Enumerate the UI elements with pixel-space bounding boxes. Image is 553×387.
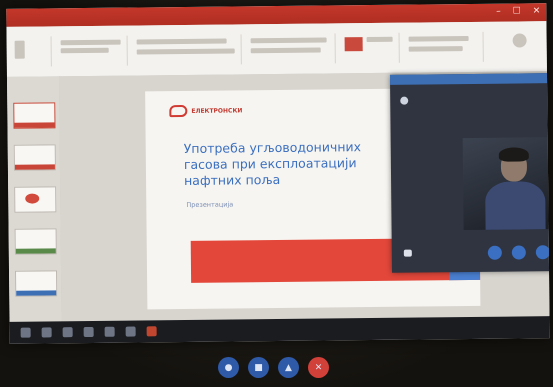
participant-video[interactable] [462, 137, 550, 231]
shapes-button[interactable] [344, 37, 363, 52]
slide-thumb-5[interactable] [15, 270, 58, 297]
slide-thumb-2[interactable] [13, 144, 56, 171]
chat-icon[interactable] [403, 249, 412, 257]
end-call-icon[interactable]: ✕ [308, 357, 329, 378]
close-icon[interactable]: ✕ [533, 6, 541, 16]
photo-backdrop: – ☐ ✕ ЕЛЕКТРОНСКИ Употреба угљоводонични… [0, 0, 553, 387]
meeting-controls: ● ■ ▲ ✕ [218, 357, 329, 378]
mic-icon[interactable] [487, 245, 502, 260]
microphone-icon[interactable]: ● [218, 357, 239, 378]
slide-logo: ЕЛЕКТРОНСКИ [169, 104, 242, 118]
screen-share-icon[interactable]: ▲ [278, 357, 299, 378]
folder-icon[interactable] [104, 326, 115, 337]
video-icon[interactable] [511, 245, 526, 260]
call-header [389, 73, 550, 85]
task-view-icon[interactable] [62, 327, 73, 338]
slide-thumbnails [6, 76, 63, 322]
edge-icon[interactable] [83, 326, 94, 338]
video-call-window[interactable] [389, 73, 550, 273]
participant-hair [498, 147, 529, 162]
call-controls [487, 245, 550, 260]
contact-icon [400, 96, 409, 105]
start-icon[interactable] [20, 327, 31, 338]
window-controls: – ☐ ✕ [496, 6, 540, 16]
slide-thumb-1[interactable] [13, 102, 56, 129]
ribbon [6, 21, 547, 78]
search-icon[interactable] [41, 327, 52, 338]
logo-icon [169, 104, 188, 118]
video-camera-icon[interactable]: ■ [248, 357, 269, 378]
slide-thumb-4[interactable] [14, 228, 57, 255]
taskbar [9, 316, 550, 344]
slide-thumb-3[interactable] [14, 186, 57, 213]
powerpoint-icon[interactable] [146, 326, 157, 337]
laptop-screen: – ☐ ✕ ЕЛЕКТРОНСКИ Употреба угљоводонични… [6, 3, 550, 344]
slide-title[interactable]: Употреба угљоводоничних гасова при експл… [184, 139, 394, 189]
more-icon[interactable] [535, 245, 550, 260]
store-icon[interactable] [125, 326, 136, 337]
maximize-icon[interactable]: ☐ [513, 6, 521, 16]
paste-button[interactable] [14, 40, 25, 59]
slide-subtitle[interactable]: Презентација [186, 200, 233, 208]
participant-body [485, 181, 546, 231]
minimize-icon[interactable]: – [496, 7, 501, 17]
dictate-icon[interactable] [512, 33, 527, 48]
